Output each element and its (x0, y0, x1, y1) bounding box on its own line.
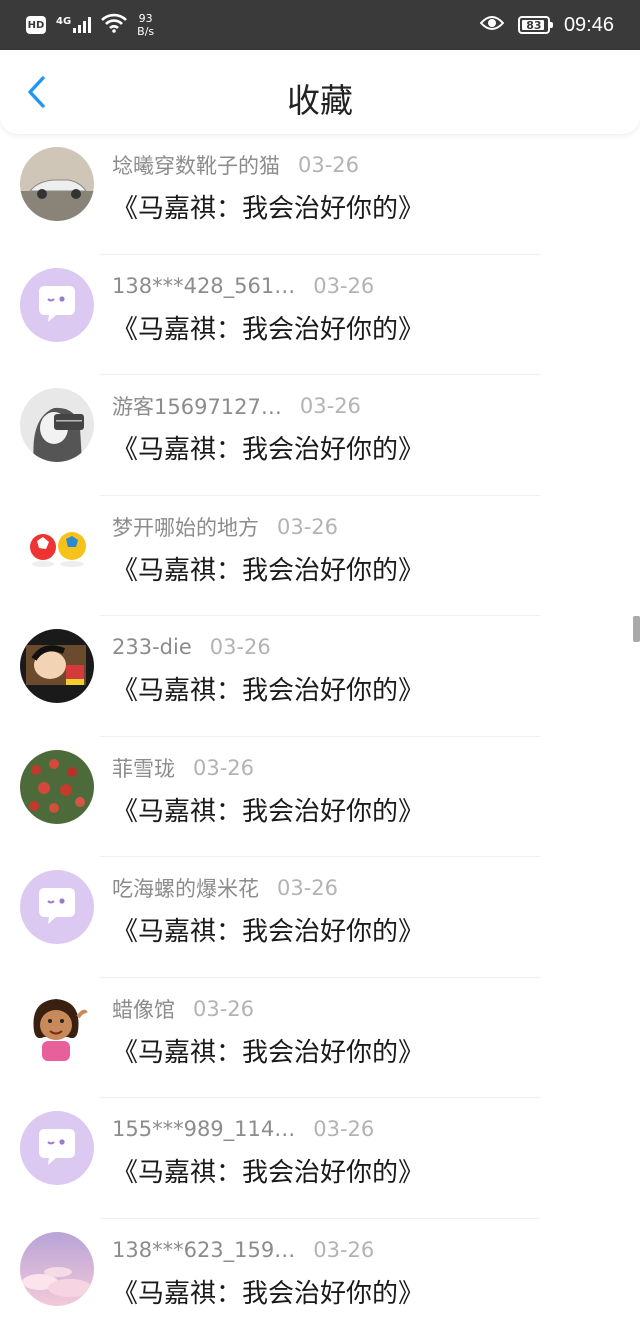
item-meta: 游客15697127… 03-26 (112, 393, 361, 419)
article-title: 《马嘉祺：我会治好你的》 (112, 314, 425, 345)
list-item[interactable]: 155***989_114… 03-26 《马嘉祺：我会治好你的》 (0, 1098, 640, 1219)
avatar[interactable] (20, 508, 94, 583)
speed-value: 93 (138, 12, 153, 25)
article-title: 《马嘉祺：我会治好你的》 (112, 676, 425, 706)
article-title: 《马嘉祺：我会治好你的》 (112, 1037, 425, 1068)
list-item[interactable]: 138***623_159… 03-26 《马嘉祺：我会治好你的》 (0, 1219, 640, 1330)
item-meta: 菲雪珑 03-26 (112, 755, 254, 781)
default-avatar-chat-icon (20, 267, 94, 342)
scrollbar-thumb[interactable] (633, 616, 640, 642)
article-title: 《马嘉祺：我会治好你的》 (112, 555, 425, 586)
username: 游客15697127… (112, 395, 282, 419)
network-type: 4G (56, 16, 72, 27)
avatar[interactable] (20, 1231, 94, 1306)
date: 03-26 (313, 1117, 375, 1141)
date: 03-26 (313, 273, 375, 298)
item-meta: 蜡像馆 03-26 (112, 996, 254, 1022)
avatar[interactable] (20, 1111, 94, 1185)
avatar[interactable] (20, 267, 94, 342)
item-meta: 155***989_114… 03-26 (112, 1116, 374, 1142)
username: 138***623_159… (112, 1237, 296, 1262)
page-title: 收藏 (287, 81, 353, 120)
date: 03-26 (277, 876, 339, 900)
article-title: 《马嘉祺：我会治好你的》 (112, 435, 425, 465)
battery-level: 83 (526, 18, 542, 32)
status-bar: HD 4G 93 B/s 83 09:46 (0, 0, 640, 50)
item-meta: 138***428_561… 03-26 (112, 273, 374, 299)
avatar[interactable] (20, 870, 94, 944)
battery-icon: 83 (517, 16, 553, 34)
speed-unit: B/s (137, 25, 155, 38)
list-item[interactable]: 蜡像馆 03-26 《马嘉祺：我会治好你的》 (0, 978, 640, 1098)
status-bar-left: HD 4G 93 B/s (26, 12, 154, 38)
hd-icon: HD (26, 16, 46, 34)
username: 155***989_114… (112, 1117, 296, 1141)
item-meta: 埝曦穿数靴子的猫 03-26 (112, 152, 359, 178)
status-bar-right: 83 09:46 (479, 13, 614, 37)
list-item[interactable]: 游客15697127… 03-26 《马嘉祺：我会治好你的》 (0, 375, 640, 496)
date: 03-26 (277, 514, 339, 539)
article-title: 《马嘉祺：我会治好你的》 (112, 796, 425, 827)
avatar[interactable] (20, 388, 94, 462)
app-header: 收藏 (0, 50, 640, 134)
signal-icon: 4G (56, 16, 92, 33)
date: 03-26 (313, 1237, 375, 1262)
date: 03-26 (298, 153, 360, 177)
avatar[interactable] (20, 147, 94, 221)
username: 菲雪珑 (112, 756, 175, 781)
date: 03-26 (299, 394, 361, 418)
eye-icon (479, 15, 505, 35)
list-item[interactable]: 菲雪珑 03-26 《马嘉祺：我会治好你的》 (0, 737, 640, 857)
username: 蜡像馆 (112, 997, 175, 1022)
list-item[interactable]: 138***428_561… 03-26 《马嘉祺：我会治好你的》 (0, 255, 640, 375)
avatar[interactable] (20, 990, 94, 1065)
username: 233-die (112, 635, 192, 659)
list-item[interactable]: 埝曦穿数靴子的猫 03-26 《马嘉祺：我会治好你的》 (0, 134, 640, 255)
item-meta: 梦开哪始的地方 03-26 (112, 514, 338, 540)
list-item[interactable]: 梦开哪始的地方 03-26 《马嘉祺：我会治好你的》 (0, 496, 640, 616)
network-speed: 93 B/s (137, 12, 154, 38)
username: 梦开哪始的地方 (112, 515, 259, 540)
default-avatar-chat-icon (20, 870, 94, 944)
username: 埝曦穿数靴子的猫 (112, 154, 280, 178)
article-title: 《马嘉祺：我会治好你的》 (112, 1158, 425, 1188)
username: 138***428_561… (112, 273, 296, 298)
item-meta: 吃海螺的爆米花 03-26 (112, 875, 338, 901)
article-title: 《马嘉祺：我会治好你的》 (112, 917, 425, 947)
clock: 09:46 (563, 13, 614, 36)
favorites-list: 埝曦穿数靴子的猫 03-26 《马嘉祺：我会治好你的》 138***428_56… (0, 134, 640, 1330)
date: 03-26 (193, 755, 255, 780)
list-item[interactable]: 233-die 03-26 《马嘉祺：我会治好你的》 (0, 616, 640, 737)
article-title: 《马嘉祺：我会治好你的》 (112, 194, 425, 224)
username: 吃海螺的爆米花 (112, 877, 259, 901)
date: 03-26 (209, 635, 271, 659)
avatar[interactable] (20, 749, 94, 824)
avatar[interactable] (20, 629, 94, 703)
item-meta: 233-die 03-26 (112, 634, 271, 660)
item-meta: 138***623_159… 03-26 (112, 1237, 374, 1263)
date: 03-26 (193, 996, 255, 1021)
list-item[interactable]: 吃海螺的爆米花 03-26 《马嘉祺：我会治好你的》 (0, 857, 640, 978)
wifi-icon (101, 13, 128, 37)
article-title: 《马嘉祺：我会治好你的》 (112, 1278, 425, 1309)
default-avatar-chat-icon (20, 1111, 94, 1185)
